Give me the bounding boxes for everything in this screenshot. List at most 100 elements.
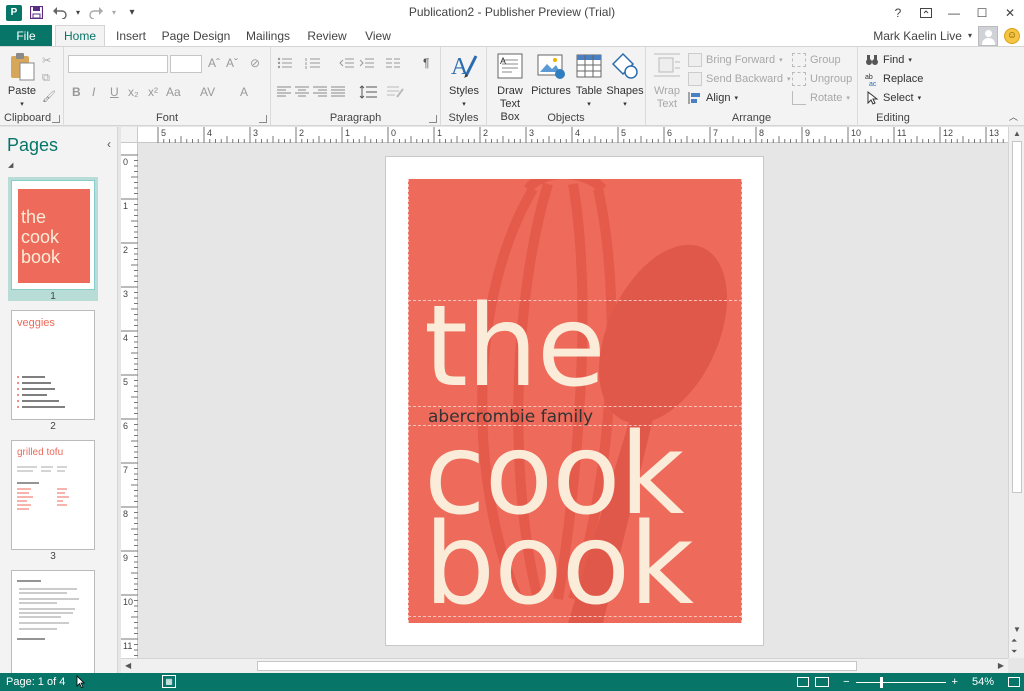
page-thumbnail[interactable]: 4 bbox=[8, 567, 98, 673]
tab-insert[interactable]: Insert bbox=[110, 25, 152, 46]
zoom-in-button[interactable]: + bbox=[952, 676, 958, 688]
font-launcher-icon[interactable] bbox=[259, 115, 267, 123]
redo-icon[interactable] bbox=[86, 3, 106, 23]
superscript-button[interactable]: x² bbox=[148, 85, 158, 99]
fit-page-icon[interactable] bbox=[1008, 677, 1020, 687]
ruler-corner[interactable] bbox=[121, 127, 138, 143]
clipboard-launcher-icon[interactable] bbox=[52, 115, 60, 123]
vertical-ruler[interactable]: 0 1 2 3 4 5 6 7 8 9 10 11 bbox=[121, 143, 138, 658]
cover-word-book[interactable]: book bbox=[424, 509, 694, 621]
italic-button[interactable]: I bbox=[92, 85, 95, 99]
numbering-icon[interactable] bbox=[305, 57, 321, 69]
next-page-icon[interactable]: ⏷ bbox=[1011, 647, 1017, 657]
character-spacing-button[interactable]: AV bbox=[200, 85, 215, 99]
maximize-button[interactable]: ☐ bbox=[968, 0, 996, 25]
tab-view[interactable]: View bbox=[358, 25, 398, 46]
collapse-pages-panel-icon[interactable]: ‹ bbox=[107, 137, 111, 151]
align-center-icon[interactable] bbox=[295, 86, 309, 98]
paragraph-launcher-icon[interactable] bbox=[429, 115, 437, 123]
grow-font-button[interactable]: Aˆ bbox=[208, 56, 220, 70]
group-button[interactable]: Group bbox=[792, 51, 841, 69]
user-dropdown-icon[interactable]: ▾ bbox=[968, 31, 972, 40]
table-button[interactable]: Table ▾ bbox=[571, 50, 607, 111]
single-page-view-icon[interactable] bbox=[797, 677, 810, 687]
undo-dropdown-icon[interactable]: ▾ bbox=[74, 3, 82, 23]
feedback-smiley-icon[interactable]: ☺ bbox=[1004, 27, 1020, 44]
publication-page[interactable]: the abercrombie family cook book bbox=[385, 156, 764, 646]
scroll-left-icon[interactable]: ◀ bbox=[125, 661, 131, 670]
align-left-icon[interactable] bbox=[277, 86, 291, 98]
cut-icon[interactable]: ✂ bbox=[42, 51, 51, 69]
format-painter-icon[interactable]: 🖌 bbox=[42, 87, 56, 105]
page-thumbnail[interactable]: veggies 2 bbox=[8, 307, 98, 432]
underline-button[interactable]: U bbox=[110, 85, 119, 99]
bullets-icon[interactable] bbox=[277, 57, 293, 69]
close-button[interactable]: ✕ bbox=[996, 0, 1024, 25]
change-case-button[interactable]: Aa bbox=[166, 85, 181, 99]
replace-button[interactable]: ab ac Replace bbox=[865, 70, 923, 88]
styles-button[interactable]: A Styles ▾ bbox=[446, 50, 482, 111]
bold-button[interactable]: B bbox=[72, 85, 81, 99]
paste-button[interactable]: Paste ▾ bbox=[4, 50, 40, 111]
cover-word-the[interactable]: the bbox=[424, 291, 606, 403]
find-button[interactable]: Find ▾ bbox=[865, 51, 912, 69]
vertical-scroll-thumb[interactable] bbox=[1012, 141, 1022, 493]
minimize-button[interactable]: — bbox=[940, 0, 968, 25]
align-right-icon[interactable] bbox=[313, 86, 327, 98]
scroll-down-icon[interactable]: ▼ bbox=[1013, 625, 1021, 634]
bring-forward-button[interactable]: Bring Forward ▾ bbox=[688, 51, 783, 69]
copy-icon[interactable]: ⧉ bbox=[42, 69, 50, 87]
shapes-button[interactable]: Shapes ▾ bbox=[605, 50, 645, 111]
scroll-up-icon[interactable]: ▲ bbox=[1013, 129, 1021, 138]
horizontal-scrollbar[interactable]: ◀ ▶ bbox=[121, 658, 1008, 673]
page-thumbnail[interactable]: grilled tofu 3 bbox=[8, 437, 98, 562]
horizontal-scroll-thumb[interactable] bbox=[257, 661, 857, 671]
font-size-field[interactable] bbox=[170, 55, 202, 73]
increase-indent-icon[interactable] bbox=[359, 57, 375, 69]
font-color-button[interactable]: A bbox=[240, 85, 248, 99]
pictures-button[interactable]: Pictures bbox=[531, 50, 571, 98]
zoom-slider-thumb[interactable] bbox=[879, 676, 883, 688]
scroll-right-icon[interactable]: ▶ bbox=[998, 661, 1004, 670]
send-backward-button[interactable]: Send Backward ▾ bbox=[688, 70, 791, 88]
ungroup-button[interactable]: Ungroup bbox=[792, 70, 852, 88]
zoom-level[interactable]: 54% bbox=[972, 676, 994, 688]
page-count-status[interactable]: Page: 1 of 4 bbox=[6, 676, 65, 688]
object-position-icon[interactable]: ▦ bbox=[162, 675, 176, 688]
page-section-toggle-icon[interactable]: ◢ bbox=[8, 161, 13, 169]
rotate-button[interactable]: Rotate ▾ bbox=[792, 89, 850, 107]
paragraph-shading-icon[interactable] bbox=[387, 85, 405, 99]
save-icon[interactable] bbox=[26, 3, 46, 23]
tab-page-design[interactable]: Page Design bbox=[160, 25, 232, 46]
undo-icon[interactable] bbox=[50, 3, 70, 23]
customize-qat-icon[interactable]: ▾ bbox=[122, 3, 142, 23]
align-button[interactable]: Align ▾ bbox=[688, 89, 738, 107]
tab-review[interactable]: Review bbox=[304, 25, 350, 46]
tab-mailings[interactable]: Mailings bbox=[240, 25, 296, 46]
tab-home[interactable]: Home bbox=[55, 25, 105, 46]
collapse-ribbon-icon[interactable]: ︿ bbox=[1009, 110, 1018, 123]
zoom-out-button[interactable]: − bbox=[843, 676, 849, 688]
vertical-scrollbar[interactable]: ▲ ▼ ⏶ ⏷ bbox=[1008, 127, 1024, 658]
avatar[interactable] bbox=[978, 25, 998, 46]
cover-background[interactable]: the abercrombie family cook book bbox=[408, 179, 742, 623]
redo-dropdown-icon[interactable]: ▾ bbox=[110, 3, 118, 23]
wrap-text-button[interactable]: Wrap Text bbox=[650, 50, 684, 111]
tab-file[interactable]: File bbox=[0, 25, 52, 46]
publisher-app-icon[interactable]: P bbox=[6, 4, 22, 21]
zoom-slider[interactable] bbox=[855, 676, 946, 688]
previous-page-icon[interactable]: ⏶ bbox=[1011, 636, 1017, 646]
select-button[interactable]: Select ▾ bbox=[865, 89, 921, 107]
horizontal-ruler[interactable]: 5 4 3 2 1 0 1 2 3 4 5 6 7 8 9 10 11 12 13 bbox=[138, 127, 1018, 143]
workspace[interactable]: the abercrombie family cook book bbox=[138, 143, 1008, 658]
shrink-font-button[interactable]: Aˇ bbox=[226, 56, 238, 70]
justify-icon[interactable] bbox=[331, 86, 345, 98]
ribbon-display-icon[interactable] bbox=[912, 0, 940, 25]
columns-icon[interactable] bbox=[385, 57, 401, 69]
subscript-button[interactable]: x₂ bbox=[128, 85, 139, 99]
font-name-field[interactable] bbox=[68, 55, 168, 73]
line-spacing-icon[interactable] bbox=[359, 85, 377, 99]
two-page-view-icon[interactable] bbox=[815, 677, 830, 687]
show-paragraph-marks-button[interactable]: ¶ bbox=[423, 56, 429, 70]
decrease-indent-icon[interactable] bbox=[339, 57, 355, 69]
